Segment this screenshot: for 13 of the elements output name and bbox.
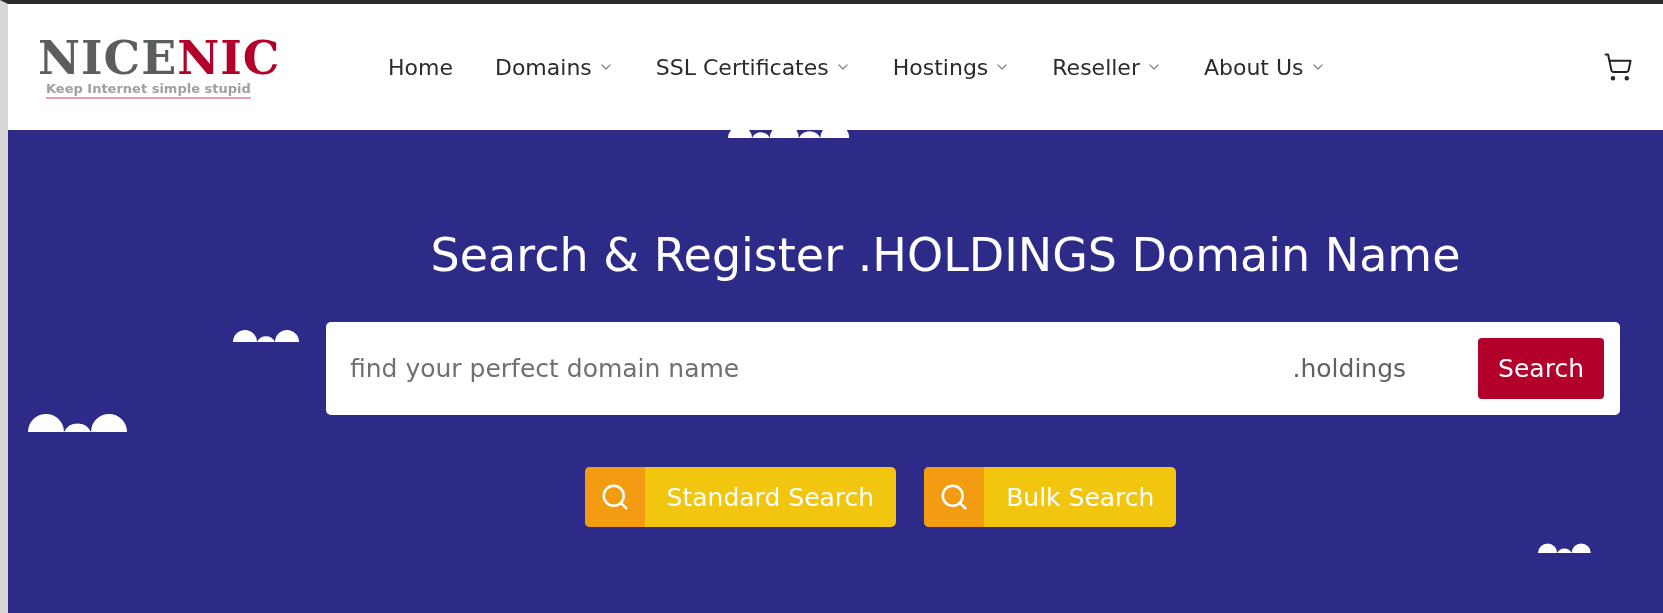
nav-link[interactable]: Hostings (892, 54, 1011, 80)
domain-search-field[interactable]: find your perfect domain name .holdings Search (326, 322, 1620, 415)
logo-tagline: Keep Internet simple stupid (46, 81, 251, 99)
nav-link[interactable]: About Us (1203, 54, 1326, 80)
logo-wordmark[interactable]: NICENIC (38, 35, 281, 81)
nav-link[interactable]: Home (388, 54, 453, 80)
search-button[interactable]: Search (1478, 338, 1604, 399)
hero-title: Search & Register .HOLDINGS Domain Name (430, 228, 1461, 282)
nav-link[interactable]: SSL Certificates (655, 54, 851, 80)
domain-extension: .holdings (1292, 354, 1407, 383)
cart-icon[interactable] (1603, 52, 1633, 82)
nav-link[interactable]: Reseller (1052, 54, 1162, 80)
nav-link[interactable]: Domains (494, 54, 614, 80)
